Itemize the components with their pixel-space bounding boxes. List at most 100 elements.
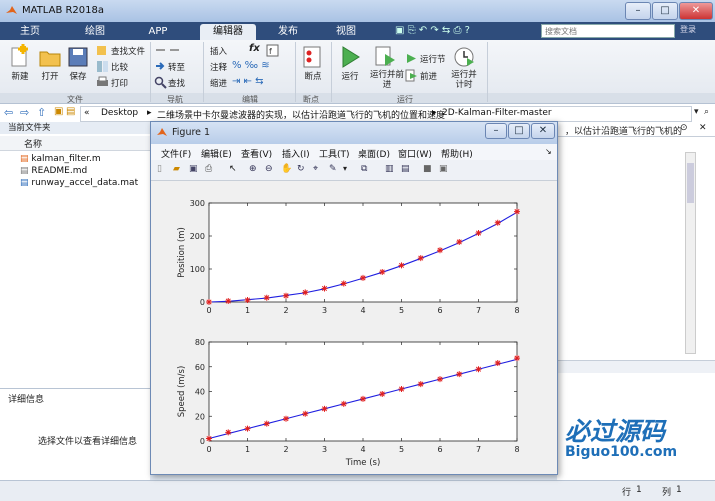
colorbar-icon[interactable]: ▥: [385, 164, 397, 176]
speed-data-point-marker: [283, 415, 289, 422]
link-plot-icon[interactable]: ⧉: [361, 164, 373, 176]
function-fx-button[interactable]: fx: [249, 43, 260, 54]
legend-icon[interactable]: ▤: [401, 164, 413, 176]
data-cursor-icon[interactable]: ⌖: [313, 164, 325, 176]
figure-axes-canvas[interactable]: 0 1 2 3 4 5 6 7 80100200300Position (m)0 1 2 3 4 5 6 7 8…: [152, 181, 556, 472]
position-data-point-marker: [302, 289, 309, 296]
insert-button[interactable]: 插入: [210, 45, 227, 57]
show-plot-tools-icon[interactable]: ▣: [439, 164, 451, 176]
zoom-in-icon[interactable]: ⊕: [249, 164, 261, 176]
back-arrow-icon[interactable]: ⇦: [4, 106, 13, 119]
figure-dock-icon[interactable]: ↘: [545, 147, 552, 156]
run-advance-icon[interactable]: [373, 44, 399, 70]
figure-menu-view[interactable]: 查看(V): [241, 147, 272, 160]
tab-editor[interactable]: 编辑器: [200, 24, 256, 40]
editor-options-icon[interactable]: ⊙: [680, 123, 688, 133]
new-figure-icon[interactable]: ▯: [157, 164, 169, 176]
path-kalman-folder[interactable]: 2D-Kalman-Filter-master: [442, 108, 552, 118]
search-docs-input[interactable]: 搜索文档: [541, 24, 675, 38]
figure-menu-tools[interactable]: 工具(T): [319, 147, 350, 160]
run-advance-button[interactable]: 运行并前进: [370, 70, 404, 90]
function-browser-icon[interactable]: f: [266, 44, 279, 57]
up-folder-icon[interactable]: ⇧: [37, 106, 46, 119]
run-section-button[interactable]: 运行节: [420, 53, 446, 65]
advance-button[interactable]: 前进: [420, 70, 437, 82]
forward-arrow-icon[interactable]: ⇨: [20, 106, 29, 119]
pan-icon[interactable]: ✋: [281, 164, 293, 176]
browse-folder-icon[interactable]: ▣: [54, 106, 63, 117]
position-data-point-marker: [514, 208, 520, 215]
path-desktop[interactable]: Desktop: [101, 108, 138, 118]
brush-icon[interactable]: ✎: [329, 164, 341, 176]
zoom-out-icon[interactable]: ⊖: [265, 164, 277, 176]
run-icon[interactable]: [337, 44, 363, 70]
close-button[interactable]: ✕: [679, 2, 713, 20]
open-file-icon[interactable]: ▰: [173, 164, 185, 176]
figure-window[interactable]: Figure 1 – □ ✕ 文件(F) 编辑(E) 查看(V) 插入(I) 工…: [150, 121, 558, 475]
path-overflow[interactable]: «: [84, 108, 90, 118]
open-icon[interactable]: [37, 44, 63, 70]
position-axes-box: [208, 202, 518, 303]
path-project-folder[interactable]: 二维场景中卡尔曼滤波器的实现，以估计沿跑道飞行的飞机的位置和速度: [157, 108, 445, 121]
find-files-button[interactable]: 查找文件: [111, 45, 145, 57]
figure-menu-desktop[interactable]: 桌面(D): [358, 147, 390, 160]
indent-tools-icon[interactable]: ⇥ ⇤ ⇆: [232, 76, 264, 87]
run-and-time-icon[interactable]: [451, 44, 477, 70]
indent-button[interactable]: 缩进: [210, 77, 227, 89]
tab-home[interactable]: 主页: [10, 24, 50, 40]
col-value: 1: [676, 485, 682, 495]
file-item[interactable]: ▤ README.md: [20, 166, 87, 176]
compare-button[interactable]: 比较: [111, 61, 128, 73]
figure-maximize-button[interactable]: □: [508, 123, 530, 139]
goto-button[interactable]: 转至: [168, 61, 185, 73]
run-button[interactable]: 运行: [335, 70, 365, 82]
breakpoints-icon[interactable]: [300, 44, 326, 70]
col-label: 列: [662, 488, 672, 498]
name-column-header[interactable]: 名称: [0, 136, 150, 151]
figure-close-button[interactable]: ✕: [531, 123, 555, 139]
comment-button[interactable]: 注释: [210, 61, 227, 73]
figure-menu-help[interactable]: 帮助(H): [441, 147, 473, 160]
quick-access-toolbar[interactable]: ▣ ⎘ ↶ ↷ ⇆ ⎙ ?: [395, 25, 470, 36]
path-field[interactable]: « Desktop ▸ 二维场景中卡尔曼滤波器的实现，以估计沿跑道飞行的飞机的位…: [80, 106, 692, 122]
group-label-run: 运行: [397, 95, 413, 104]
edit-plot-icon[interactable]: ↖: [229, 164, 241, 176]
save-button[interactable]: 保存: [64, 70, 92, 82]
minimize-button[interactable]: –: [625, 2, 651, 20]
hide-plot-tools-icon[interactable]: ■: [423, 164, 435, 176]
tab-plots[interactable]: 绘图: [75, 24, 115, 40]
run-and-time-button[interactable]: 运行并计时: [448, 70, 480, 90]
figure-minimize-button[interactable]: –: [485, 123, 507, 139]
editor-scrollbar[interactable]: [685, 152, 696, 354]
brush-dropdown-icon[interactable]: ▾: [343, 164, 355, 176]
open-button[interactable]: 打开: [36, 70, 64, 82]
editor-expand-icon[interactable]: ✕: [699, 123, 707, 133]
back-nav-icon[interactable]: [154, 44, 167, 57]
save-icon[interactable]: [65, 44, 91, 70]
figure-menu-window[interactable]: 窗口(W): [398, 147, 432, 160]
new-icon[interactable]: [7, 44, 33, 70]
figure-menu-edit[interactable]: 编辑(E): [201, 147, 232, 160]
file-item[interactable]: ▤ runway_accel_data.mat: [20, 178, 138, 188]
root-folder-icon[interactable]: ▤: [66, 106, 75, 117]
tab-apps[interactable]: APP: [138, 24, 178, 40]
search-folder-icon[interactable]: ⌕: [704, 107, 709, 117]
sign-in-link[interactable]: 登录: [680, 24, 700, 38]
file-item[interactable]: ▤ kalman_filter.m: [20, 154, 101, 164]
save-figure-icon[interactable]: ▣: [189, 164, 201, 176]
comment-tools-icon[interactable]: % ‰ ≋: [232, 60, 270, 71]
find-button[interactable]: 查找: [168, 77, 185, 89]
tab-publish[interactable]: 发布: [268, 24, 308, 40]
figure-menu-insert[interactable]: 插入(I): [282, 147, 310, 160]
row-value: 1: [636, 485, 642, 495]
path-dropdown-icon[interactable]: ▾: [694, 107, 699, 117]
breakpoints-button[interactable]: 断点: [298, 70, 328, 82]
rotate-3d-icon[interactable]: ↻: [297, 164, 309, 176]
print-figure-icon[interactable]: ⎙: [205, 164, 217, 176]
tab-view[interactable]: 视图: [326, 24, 366, 40]
forward-nav-icon[interactable]: [168, 44, 181, 57]
new-button[interactable]: 新建: [6, 70, 34, 82]
maximize-button[interactable]: □: [652, 2, 678, 20]
print-button[interactable]: 打印: [111, 77, 128, 89]
figure-menu-file[interactable]: 文件(F): [161, 147, 191, 160]
